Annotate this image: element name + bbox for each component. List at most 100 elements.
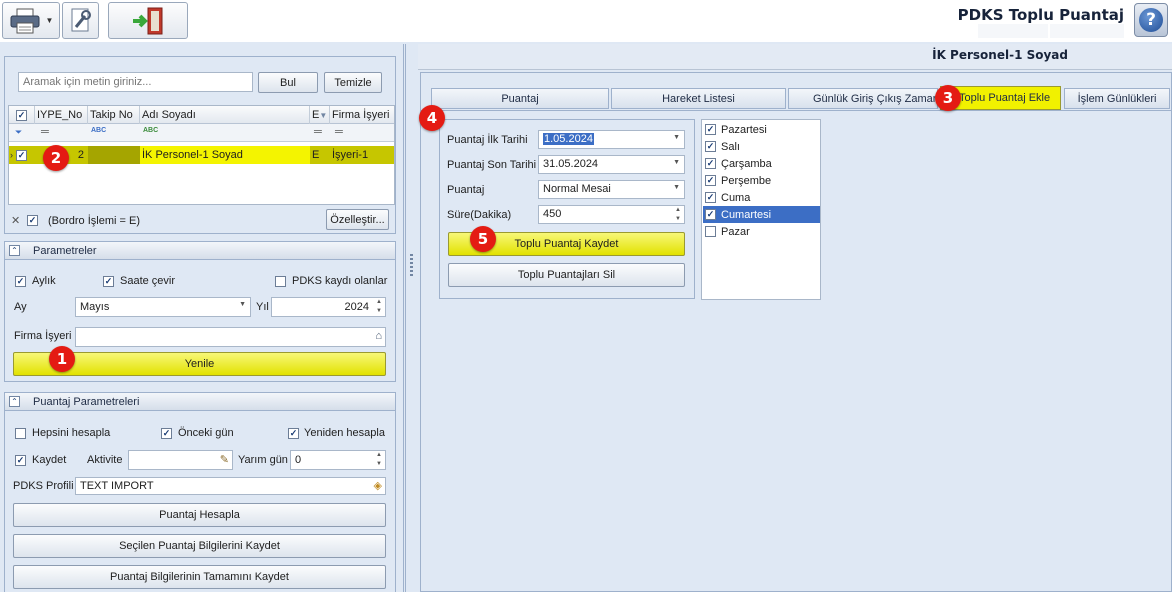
- pdks-profili-input[interactable]: TEXT IMPORT ◈: [75, 477, 386, 495]
- right-header: İK Personel-1 Soyad: [418, 44, 1172, 70]
- toplu-puantajlari-sil-button[interactable]: Toplu Puantajları Sil: [448, 263, 685, 287]
- find-button[interactable]: Bul: [258, 72, 318, 93]
- edit-pencil-icon[interactable]: ✎: [220, 453, 229, 466]
- secilen-kaydet-button[interactable]: Seçilen Puantaj Bilgilerini Kaydet: [13, 534, 386, 558]
- exit-button[interactable]: [108, 2, 188, 39]
- wrench-document-icon: [68, 7, 94, 35]
- day-item-pazar[interactable]: Pazar: [703, 223, 820, 240]
- dropdown-arrow-icon[interactable]: ▼: [673, 159, 680, 166]
- day-item-cumartesi[interactable]: Cumartesi: [703, 206, 820, 223]
- day-item-pazartesi[interactable]: Pazartesi: [703, 121, 820, 138]
- filter-enable-checkbox[interactable]: [27, 215, 38, 226]
- day-checkbox[interactable]: [705, 124, 716, 135]
- toplu-puantaj-form: Puantaj İlk Tarihi 1.05.2024 ▼ Puantaj S…: [439, 119, 695, 299]
- weekday-checklist: Pazartesi Salı Çarşamba Perşembe Cuma Cu…: [701, 119, 821, 300]
- pdks-profili-value: TEXT IMPORT: [80, 480, 154, 492]
- col-takip-no[interactable]: Takip No: [88, 106, 140, 124]
- search-input[interactable]: [18, 72, 253, 92]
- col-firma-isyeri[interactable]: Firma İşyeri: [330, 106, 396, 124]
- hepsini-hesapla-checkbox[interactable]: [15, 428, 26, 439]
- day-checkbox[interactable]: [705, 226, 716, 237]
- tab-hareket-listesi[interactable]: Hareket Listesi: [611, 88, 786, 109]
- onceki-gun-checkbox[interactable]: [161, 428, 172, 439]
- day-item-cuma[interactable]: Cuma: [703, 189, 820, 206]
- day-label: Salı: [721, 140, 740, 153]
- tab-islem-gunlukleri[interactable]: İşlem Günlükleri: [1064, 88, 1170, 109]
- exit-door-icon: [130, 6, 166, 36]
- spin-arrows-icon[interactable]: ▲ ▼: [376, 451, 382, 469]
- title-subbar-right: [1050, 24, 1124, 38]
- pdks-kaydi-checkbox[interactable]: [275, 276, 286, 287]
- puantaj-parametreleri-header[interactable]: ⌃ Puantaj Parametreleri: [4, 392, 396, 411]
- tab-puantaj[interactable]: Puantaj: [431, 88, 609, 109]
- print-button[interactable]: ▼: [2, 2, 60, 39]
- ilk-tarih-input[interactable]: 1.05.2024 ▼: [538, 130, 685, 149]
- filter-equals-firma[interactable]: ═: [335, 126, 343, 138]
- kaydet-checkbox[interactable]: [15, 455, 26, 466]
- panel-splitter[interactable]: [405, 44, 417, 592]
- top-toolbar: ▼ PDKS Toplu Puantaj ?: [0, 0, 1172, 42]
- sure-spinner[interactable]: 450 ▲ ▼: [538, 205, 685, 224]
- spin-arrows-icon[interactable]: ▲ ▼: [675, 206, 681, 223]
- day-label: Cumartesi: [721, 208, 772, 221]
- filter-abc-adi[interactable]: ABC: [143, 127, 158, 134]
- puantaj-label: Puantaj: [447, 184, 485, 196]
- tab-gunluk-giris-cikis[interactable]: Günlük Giriş Çıkış Zamanları: [788, 88, 938, 109]
- aktivite-input[interactable]: ✎: [128, 450, 233, 470]
- yeniden-hesapla-checkbox[interactable]: [288, 428, 299, 439]
- cell-e: E: [312, 149, 320, 161]
- onceki-gun-label: Önceki gün: [178, 427, 234, 439]
- callout-badge-2: 2: [43, 145, 69, 171]
- select-all-checkbox[interactable]: [9, 106, 35, 124]
- parametreler-header[interactable]: ⌃ Parametreler: [4, 241, 396, 260]
- eraser-icon[interactable]: ◈: [374, 479, 382, 492]
- cell-takip-no: [88, 146, 140, 164]
- col-adi-soyadi[interactable]: Adı Soyadı: [140, 106, 310, 124]
- son-tarih-input[interactable]: 31.05.2024 ▼: [538, 155, 685, 174]
- callout-badge-4: 4: [419, 105, 445, 131]
- tools-button[interactable]: [62, 2, 99, 39]
- filter-equals-e[interactable]: ═: [314, 126, 322, 138]
- dropdown-arrow-icon[interactable]: ▼: [673, 184, 680, 191]
- filter-abc-takip[interactable]: ABC: [91, 127, 106, 134]
- col-iype-no[interactable]: IYPE_No: [35, 106, 88, 124]
- col-e[interactable]: E▼: [310, 106, 330, 124]
- title-subbar-left: [978, 24, 1048, 38]
- day-checkbox[interactable]: [705, 209, 716, 220]
- day-checkbox[interactable]: [705, 141, 716, 152]
- dropdown-arrow-icon: ▼: [239, 301, 246, 308]
- day-checkbox[interactable]: [705, 175, 716, 186]
- day-item-persembe[interactable]: Perşembe: [703, 172, 820, 189]
- building-icon[interactable]: ⌂: [375, 330, 382, 342]
- yeniden-hesapla-label: Yeniden hesapla: [304, 427, 385, 439]
- collapse-icon[interactable]: ⌃: [9, 396, 20, 407]
- collapse-icon[interactable]: ⌃: [9, 245, 20, 256]
- firma-input[interactable]: ⌂: [75, 327, 386, 347]
- aylik-checkbox[interactable]: [15, 276, 26, 287]
- day-item-sali[interactable]: Salı: [703, 138, 820, 155]
- row-checkbox[interactable]: [16, 150, 28, 161]
- day-item-carsamba[interactable]: Çarşamba: [703, 155, 820, 172]
- day-checkbox[interactable]: [705, 158, 716, 169]
- puantaj-select[interactable]: Normal Mesai ▼: [538, 180, 685, 199]
- dropdown-arrow-icon[interactable]: ▼: [673, 134, 680, 141]
- callout-badge-5: 5: [470, 226, 496, 252]
- saate-cevir-checkbox[interactable]: [103, 276, 114, 287]
- yarim-gun-spinner[interactable]: 0 ▲ ▼: [290, 450, 386, 470]
- filter-equals-iype[interactable]: ═: [41, 126, 49, 138]
- customize-button[interactable]: Özelleştir...: [326, 209, 389, 230]
- grid-header: IYPE_No Takip No Adı Soyadı E▼ Firma İşy…: [9, 106, 394, 124]
- question-icon: ?: [1139, 8, 1163, 32]
- clear-filter-icon[interactable]: ✕: [11, 214, 20, 227]
- clear-button[interactable]: Temizle: [324, 72, 382, 93]
- chevron-down-icon: ▼: [45, 16, 54, 25]
- spin-arrows-icon[interactable]: ▲ ▼: [376, 298, 382, 316]
- tamami-kaydet-button[interactable]: Puantaj Bilgilerinin Tamamını Kaydet: [13, 565, 386, 589]
- day-checkbox[interactable]: [705, 192, 716, 203]
- ay-label: Ay: [14, 301, 27, 313]
- yil-spinner[interactable]: 2024 ▲ ▼: [271, 297, 386, 317]
- parametreler-title: Parametreler: [33, 245, 97, 257]
- puantaj-hesapla-button[interactable]: Puantaj Hesapla: [13, 503, 386, 527]
- help-button[interactable]: ?: [1134, 3, 1168, 37]
- ay-select[interactable]: Mayıs ▼: [75, 297, 251, 317]
